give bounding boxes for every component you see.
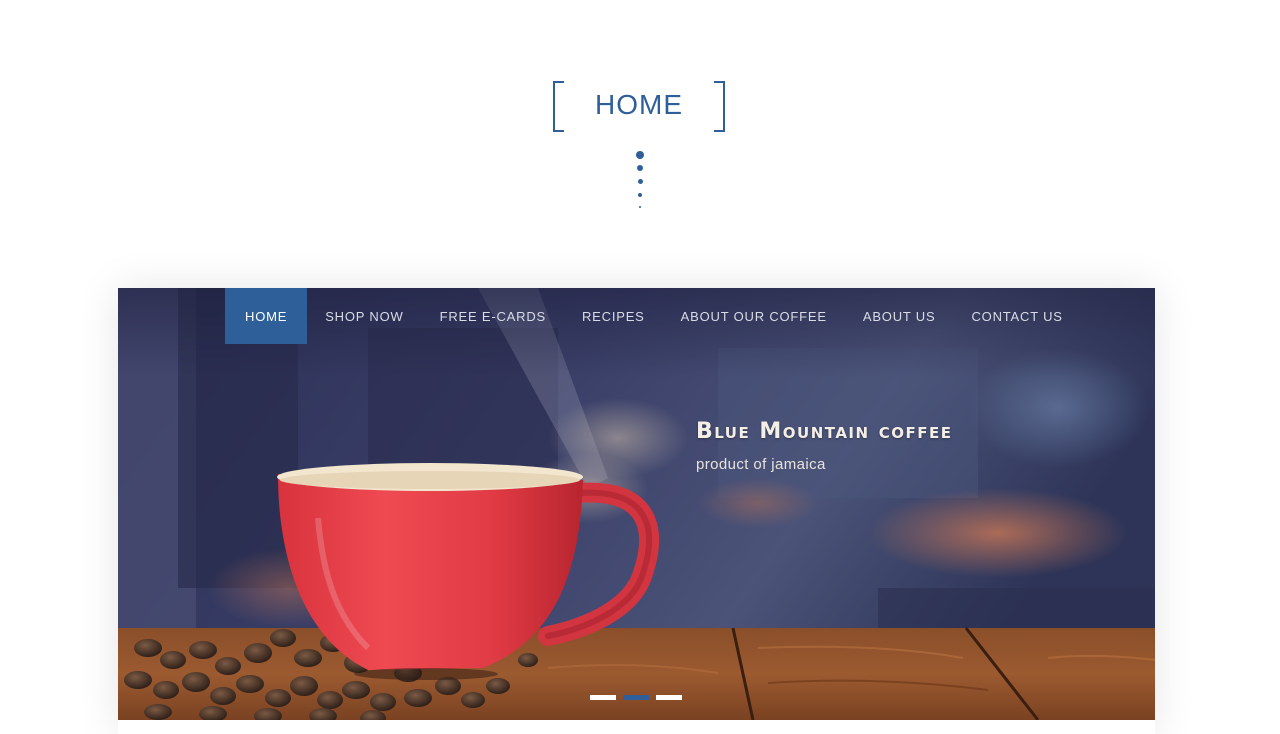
nav-item-recipes[interactable]: RECIPES: [564, 288, 663, 344]
page: HOME HOME SHOP NOW FREE E-CARDS RECIPES …: [0, 0, 1280, 734]
nav-item-about-us[interactable]: ABOUT US: [845, 288, 954, 344]
slide-indicator-2[interactable]: [623, 695, 649, 700]
right-bracket: [714, 81, 725, 132]
dot-5: [639, 206, 641, 208]
decorative-dots: [631, 150, 649, 210]
dot-3: [637, 179, 643, 184]
slider-indicators: [590, 695, 682, 700]
dot-1: [636, 151, 644, 159]
hero-slider: HOME SHOP NOW FREE E-CARDS RECIPES ABOUT…: [118, 288, 1155, 720]
hero-image: [118, 288, 1155, 720]
nav-item-shop-now[interactable]: SHOP NOW: [307, 288, 421, 344]
hero-card: HOME SHOP NOW FREE E-CARDS RECIPES ABOUT…: [118, 288, 1155, 734]
dot-4: [638, 193, 642, 197]
slide-indicator-1[interactable]: [590, 695, 616, 700]
main-nav: HOME SHOP NOW FREE E-CARDS RECIPES ABOUT…: [225, 288, 1081, 344]
slide-indicator-3[interactable]: [656, 695, 682, 700]
section-title: HOME: [595, 89, 683, 120]
nav-item-free-e-cards[interactable]: FREE E-CARDS: [422, 288, 564, 344]
section-heading: HOME: [553, 81, 725, 132]
nav-item-about-our-coffee[interactable]: ABOUT OUR COFFEE: [663, 288, 845, 344]
hero-subtitle: product of jamaica: [696, 456, 826, 473]
hero-title: Blue Mountain coffee: [696, 419, 953, 444]
dot-2: [637, 165, 643, 171]
nav-item-contact-us[interactable]: CONTACT US: [953, 288, 1080, 344]
nav-item-home[interactable]: HOME: [225, 288, 308, 344]
